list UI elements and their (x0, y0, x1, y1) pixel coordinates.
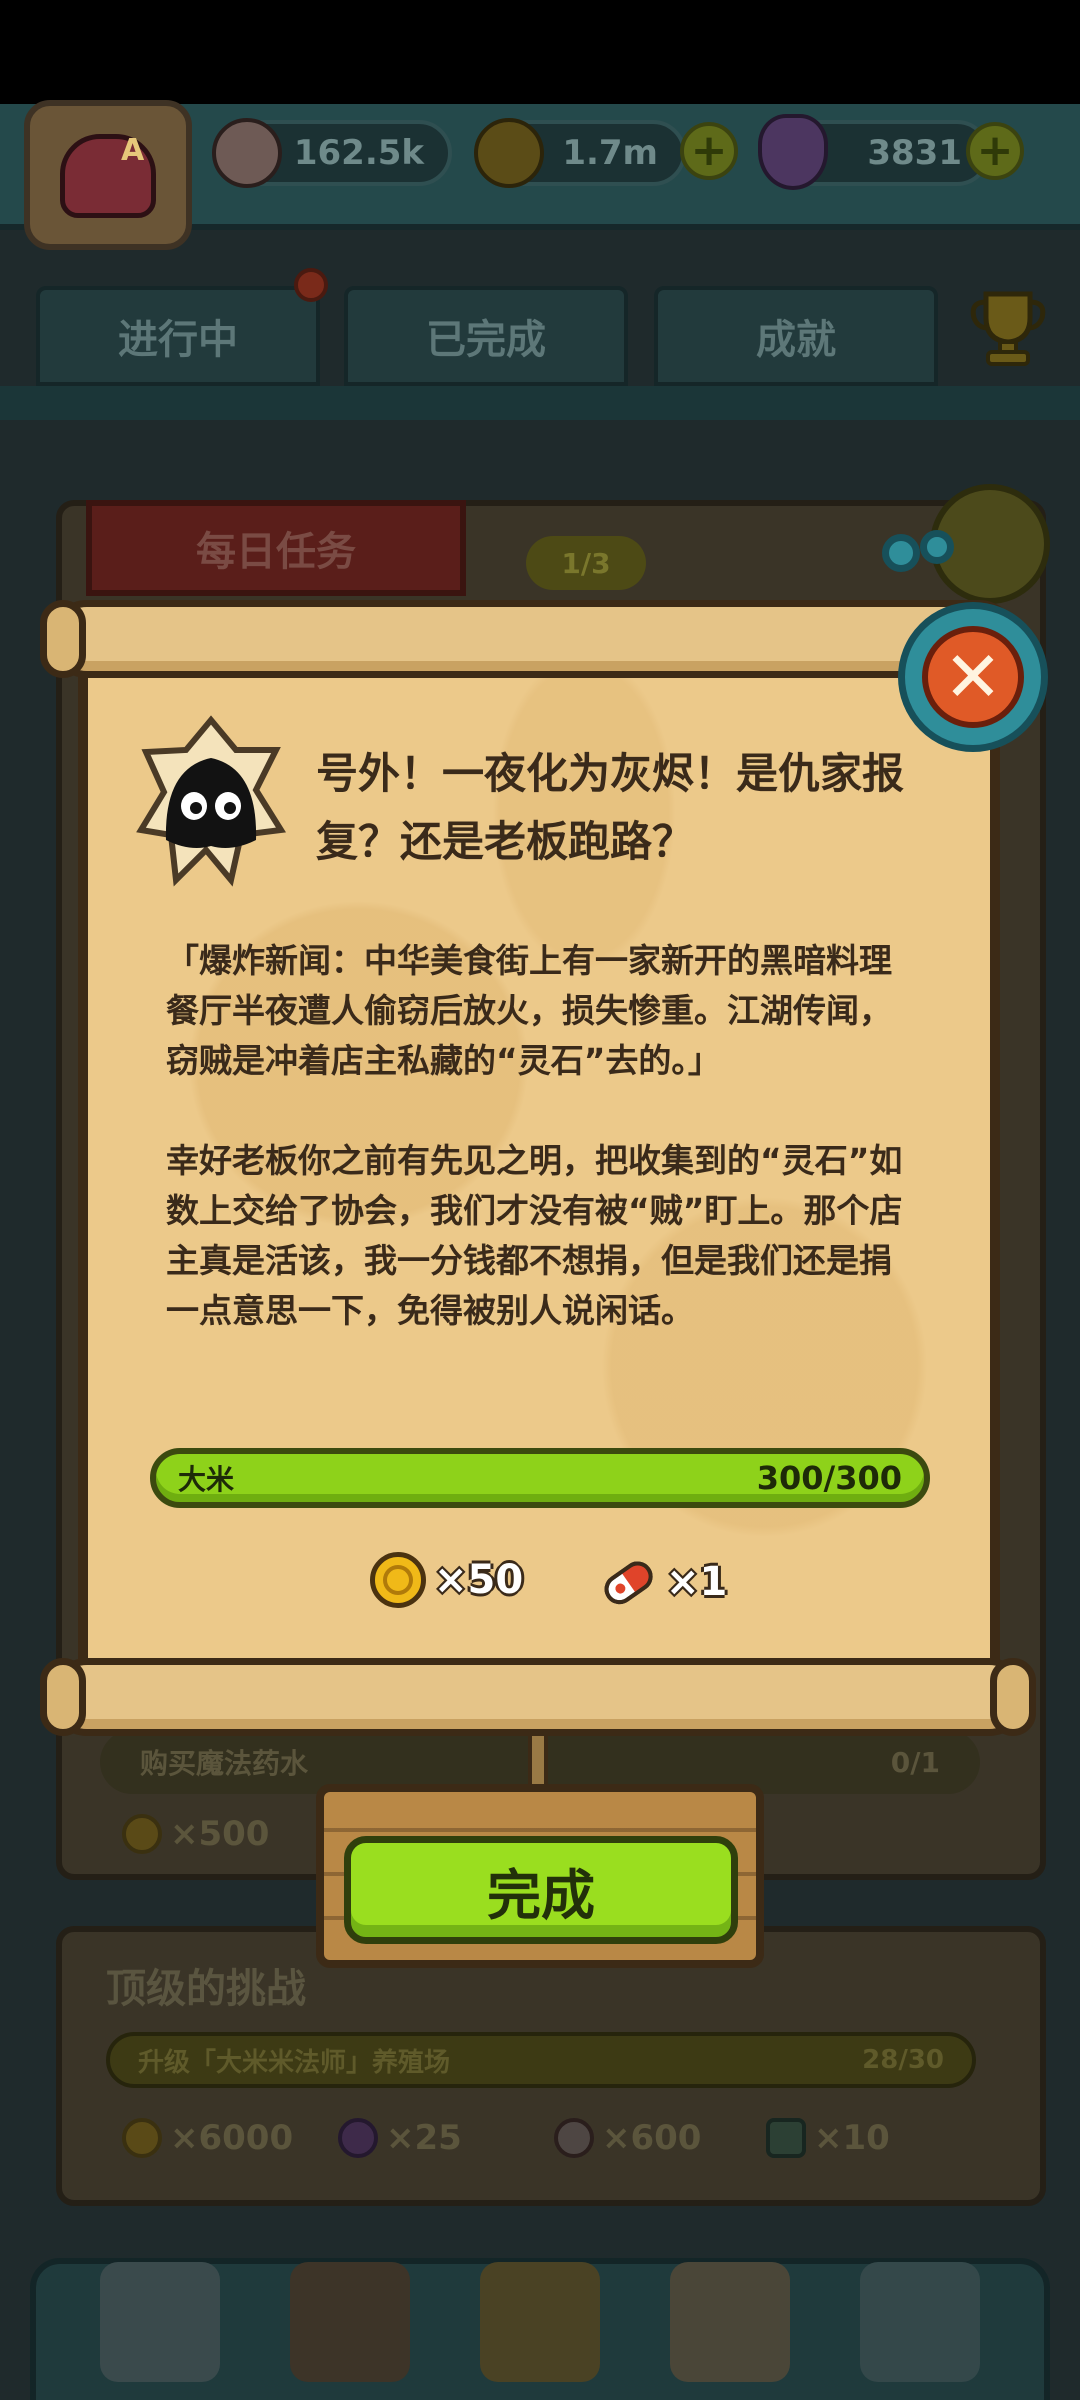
ticket-capsule-icon (604, 1561, 653, 1605)
scroll-bottom-roll (48, 1658, 1028, 1736)
reward-coin-amount: ×50 (434, 1557, 524, 1603)
reward-coins: ×50 (370, 1552, 523, 1608)
reward-item: ×1 (598, 1552, 727, 1612)
antenna-left (882, 534, 920, 572)
scroll-bottom-cap-right (990, 1658, 1036, 1736)
progress-label: 大米 (178, 1463, 235, 1496)
progress-value: 300/300 (756, 1459, 902, 1497)
shadow-figure-icon (136, 715, 286, 887)
reward-item-amount: ×1 (666, 1559, 728, 1605)
complete-button[interactable]: 完成 (344, 1836, 738, 1944)
complete-label: 完成 (487, 1863, 595, 1927)
close-icon: ✕ (922, 626, 1024, 728)
news-body: 「爆炸新闻：中华美食街上有一家新开的黑暗料理餐厅半夜遭人偷窃后放火，损失惨重。江… (166, 941, 903, 1330)
news-title: 号外！一夜化为灰烬！是仇家报复？还是老板跑路？ (316, 749, 905, 866)
scroll-top-cap-left (40, 600, 86, 678)
scroll-top-roll (48, 600, 1018, 678)
hanging-rope (528, 1736, 548, 1784)
coin-icon (370, 1552, 426, 1608)
rice-progress-bar: 大米 300/300 (150, 1448, 930, 1508)
scroll-bottom-cap-left (40, 1658, 86, 1736)
close-button[interactable]: ✕ (898, 602, 1048, 752)
antenna-right (920, 530, 954, 564)
status-bar (0, 0, 1080, 104)
